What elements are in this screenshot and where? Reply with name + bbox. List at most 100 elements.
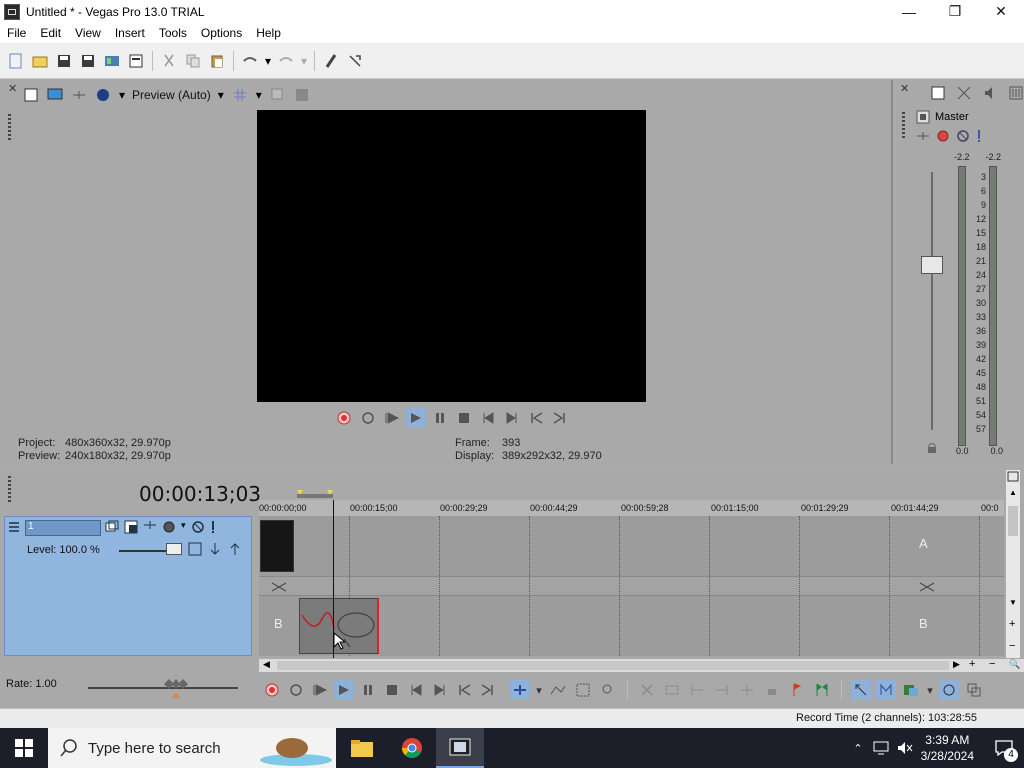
network-icon[interactable] bbox=[873, 741, 889, 755]
properties-icon[interactable] bbox=[125, 50, 147, 72]
loop-icon[interactable] bbox=[358, 408, 378, 428]
compositing-mode-icon[interactable] bbox=[124, 520, 138, 534]
solo-icon[interactable] bbox=[976, 129, 982, 143]
cut-icon[interactable] bbox=[158, 50, 180, 72]
envelope-tool-icon[interactable] bbox=[548, 680, 568, 700]
chrome-taskbar-button[interactable] bbox=[388, 728, 436, 768]
stop-icon[interactable] bbox=[382, 680, 402, 700]
undo-dropdown-icon[interactable]: ▾ bbox=[263, 50, 273, 72]
menu-options[interactable]: Options bbox=[194, 26, 249, 40]
lock-event-icon[interactable] bbox=[762, 680, 782, 700]
show-hidden-icons-icon[interactable]: ⌃ bbox=[853, 742, 862, 755]
scroll-left-icon[interactable]: ◀ bbox=[263, 659, 270, 670]
scroll-down-icon[interactable]: ▼ bbox=[1009, 598, 1017, 607]
track-level-handle[interactable] bbox=[166, 543, 182, 555]
enable-snapping-icon[interactable] bbox=[876, 680, 896, 700]
paste-icon[interactable] bbox=[206, 50, 228, 72]
trim-icon[interactable] bbox=[662, 680, 682, 700]
menu-edit[interactable]: Edit bbox=[33, 26, 68, 40]
scroll-up-icon[interactable]: ▲ bbox=[1009, 488, 1017, 497]
close-icon[interactable]: ✕ bbox=[900, 82, 909, 95]
brush-icon[interactable] bbox=[320, 50, 342, 72]
zoom-in-horizontal-icon[interactable]: + bbox=[969, 658, 975, 670]
insert-marker-icon[interactable] bbox=[787, 680, 807, 700]
preview-quality-dropdown-icon[interactable]: ▾ bbox=[118, 86, 126, 104]
panel-grip-handle[interactable] bbox=[902, 112, 905, 140]
insert-region-icon[interactable] bbox=[812, 680, 832, 700]
track-automation-icon[interactable] bbox=[143, 520, 157, 530]
panel-grip-handle[interactable] bbox=[8, 114, 11, 142]
zoom-tool-icon[interactable]: 🔍 bbox=[1009, 659, 1020, 670]
lock-icon[interactable] bbox=[926, 442, 938, 454]
composite-child-icon[interactable] bbox=[188, 542, 202, 556]
mute-icon[interactable] bbox=[956, 129, 970, 143]
master-fader-handle[interactable] bbox=[921, 256, 943, 274]
delete-icon[interactable] bbox=[637, 680, 657, 700]
file-explorer-taskbar-button[interactable] bbox=[338, 728, 386, 768]
pause-icon[interactable] bbox=[358, 680, 378, 700]
start-button[interactable] bbox=[0, 728, 48, 768]
whats-this-icon[interactable] bbox=[344, 50, 366, 72]
taskbar-clock[interactable]: 3:39 AM 3/28/2024 bbox=[921, 732, 974, 764]
split-screen-icon[interactable] bbox=[70, 86, 88, 104]
loop-icon[interactable] bbox=[286, 680, 306, 700]
video-clip-a[interactable] bbox=[260, 520, 294, 572]
next-frame-icon[interactable] bbox=[550, 408, 570, 428]
overlays-grid-icon[interactable] bbox=[231, 86, 249, 104]
track-fx-dropdown-icon[interactable]: ▾ bbox=[181, 520, 186, 534]
maximize-button[interactable]: ❐ bbox=[932, 0, 978, 23]
menu-tools[interactable]: Tools bbox=[152, 26, 194, 40]
auto-ripple-icon[interactable] bbox=[851, 680, 871, 700]
redo-dropdown-icon[interactable]: ▾ bbox=[299, 50, 309, 72]
ignore-event-grouping-icon[interactable] bbox=[964, 680, 984, 700]
previous-frame-icon[interactable] bbox=[454, 680, 474, 700]
horizontal-scroll-thumb[interactable] bbox=[277, 661, 949, 670]
play-from-start-icon[interactable] bbox=[310, 680, 330, 700]
copy-snapshot-icon[interactable] bbox=[269, 86, 287, 104]
play-icon[interactable] bbox=[406, 408, 426, 428]
edit-tool-dropdown-icon[interactable]: ▾ bbox=[535, 680, 543, 700]
previous-frame-icon[interactable] bbox=[526, 408, 546, 428]
zoom-out-vertical-icon[interactable]: − bbox=[1009, 640, 1015, 652]
vertical-scroll-thumb[interactable] bbox=[1008, 506, 1018, 536]
stop-icon[interactable] bbox=[454, 408, 474, 428]
minimize-button[interactable]: — bbox=[886, 0, 932, 23]
trim-start-icon[interactable] bbox=[687, 680, 707, 700]
auto-crossfades-icon[interactable] bbox=[901, 680, 921, 700]
loop-region-markers[interactable] bbox=[297, 490, 333, 498]
meter-options-icon[interactable] bbox=[1006, 83, 1024, 103]
track-fx-icon[interactable] bbox=[162, 520, 176, 534]
record-icon[interactable] bbox=[262, 680, 282, 700]
taskbar-search[interactable]: Type here to search bbox=[48, 728, 336, 768]
make-child-track-icon[interactable] bbox=[208, 542, 222, 556]
track-number[interactable]: 1 bbox=[25, 520, 101, 536]
video-track-header[interactable]: 1 ▾ Level: 100.0 % bbox=[4, 516, 252, 656]
make-parent-track-icon[interactable] bbox=[228, 542, 242, 556]
preview-quality-label[interactable]: Preview (Auto) bbox=[132, 88, 211, 102]
selection-tool-icon[interactable] bbox=[573, 680, 593, 700]
copy-icon[interactable] bbox=[182, 50, 204, 72]
save-icon[interactable] bbox=[53, 50, 75, 72]
transition-row[interactable] bbox=[259, 576, 1004, 596]
menu-view[interactable]: View bbox=[68, 26, 108, 40]
close-icon[interactable]: ✕ bbox=[8, 82, 17, 95]
track-minimize-icon[interactable] bbox=[8, 520, 20, 536]
overlays-dropdown-icon[interactable]: ▾ bbox=[255, 86, 263, 104]
zoom-in-vertical-icon[interactable]: + bbox=[1009, 618, 1015, 630]
save-as-icon[interactable] bbox=[77, 50, 99, 72]
redo-icon[interactable] bbox=[275, 50, 297, 72]
vertical-scrollbar[interactable]: ▲ ▼ + − bbox=[1006, 470, 1020, 660]
trim-end-icon[interactable] bbox=[712, 680, 732, 700]
horizontal-scrollbar[interactable]: ◀ ▶ + − 🔍 bbox=[259, 658, 1024, 672]
volume-muted-icon[interactable] bbox=[897, 741, 913, 755]
preview-quality-chevron-icon[interactable]: ▾ bbox=[217, 86, 225, 104]
go-to-start-icon[interactable] bbox=[478, 408, 498, 428]
track-mute-icon[interactable] bbox=[191, 520, 205, 534]
pause-icon[interactable] bbox=[430, 408, 450, 428]
normal-edit-tool-icon[interactable] bbox=[510, 680, 530, 700]
menu-insert[interactable]: Insert bbox=[108, 26, 152, 40]
zoom-out-horizontal-icon[interactable]: − bbox=[989, 658, 995, 670]
video-display[interactable] bbox=[257, 110, 646, 402]
external-monitor-icon[interactable] bbox=[46, 86, 64, 104]
track-a-row[interactable] bbox=[259, 516, 1004, 576]
